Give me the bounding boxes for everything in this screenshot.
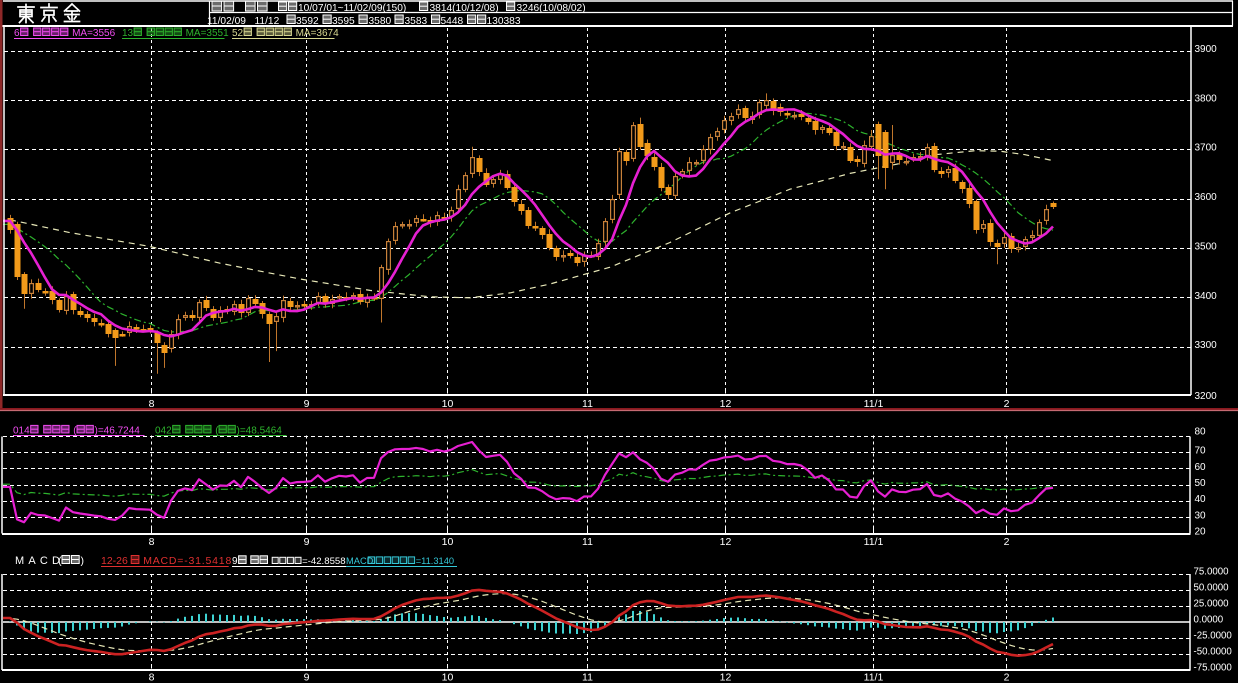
svg-text:12: 12 [720,672,732,683]
svg-text:3814(10/12/08): 3814(10/12/08) [430,3,499,14]
svg-text:75.0000: 75.0000 [1194,567,1230,578]
svg-text:3900: 3900 [1195,44,1218,55]
svg-text:3500: 3500 [1195,241,1218,252]
svg-text:25.0000: 25.0000 [1194,599,1230,610]
svg-text:11/1: 11/1 [864,672,884,683]
svg-text:10/07/01~11/02/09(150): 10/07/01~11/02/09(150) [298,3,406,14]
svg-text:12-26: 12-26 [101,555,128,567]
svg-text:3300: 3300 [1195,340,1218,351]
svg-text:=-42.8558: =-42.8558 [302,556,345,567]
svg-text:9: 9 [232,556,238,567]
svg-text:3700: 3700 [1195,143,1218,154]
svg-text:3600: 3600 [1195,192,1218,203]
svg-text:-75.0000: -75.0000 [1194,663,1233,674]
svg-text:)=46.7244: )=46.7244 [95,426,141,437]
svg-text:6: 6 [14,28,20,39]
svg-text:30: 30 [1195,510,1207,521]
svg-text:9: 9 [304,536,310,548]
svg-text:70: 70 [1195,446,1207,457]
svg-text:11: 11 [582,672,593,683]
svg-text:3583: 3583 [405,16,428,27]
svg-text:2: 2 [1004,672,1010,683]
svg-text:=11.3140: =11.3140 [416,556,454,566]
svg-text:2: 2 [1004,536,1010,548]
svg-text:MACD=-31.5418: MACD=-31.5418 [143,555,232,567]
svg-text:014: 014 [13,426,30,437]
svg-text:13: 13 [122,28,134,39]
svg-text:)=48.5464: )=48.5464 [237,426,283,437]
svg-text:3580: 3580 [369,16,392,27]
svg-text:8: 8 [149,672,155,683]
svg-text:60: 60 [1195,462,1207,473]
svg-text:11/02/09: 11/02/09 [207,16,246,27]
svg-text:0.0000: 0.0000 [1194,615,1224,626]
svg-text:10: 10 [442,672,454,683]
svg-text:3246(10/08/02): 3246(10/08/02) [517,3,586,14]
svg-text:80: 80 [1195,427,1207,438]
svg-text:MA=3551: MA=3551 [186,28,230,39]
svg-text:3592: 3592 [296,16,319,27]
svg-text:5448: 5448 [441,16,464,27]
svg-text:3595: 3595 [332,16,355,27]
svg-text:-50.0000: -50.0000 [1194,647,1233,658]
svg-text:-25.0000: -25.0000 [1194,631,1233,642]
svg-text:): ) [81,555,85,567]
svg-text:MACD: MACD [15,555,64,567]
svg-text:3400: 3400 [1195,291,1218,302]
svg-text:3200: 3200 [1195,391,1218,402]
svg-text:12: 12 [720,536,732,548]
svg-text:11: 11 [582,536,593,548]
svg-text:20: 20 [1195,527,1207,538]
svg-text:10: 10 [442,536,454,548]
svg-text:40: 40 [1195,494,1207,505]
svg-text:11/1: 11/1 [864,536,884,548]
svg-text:9: 9 [304,672,310,683]
svg-text:MA=3556: MA=3556 [72,28,116,39]
svg-text:MA=3674: MA=3674 [296,28,340,39]
svg-text:50: 50 [1195,478,1207,489]
svg-text:042: 042 [155,426,172,437]
svg-text:3800: 3800 [1195,93,1218,104]
svg-text:11/12: 11/12 [255,16,280,27]
svg-text:52: 52 [232,28,244,39]
svg-text:8: 8 [149,536,155,548]
svg-text:50.0000: 50.0000 [1194,583,1230,594]
svg-text:130383: 130383 [487,16,521,27]
